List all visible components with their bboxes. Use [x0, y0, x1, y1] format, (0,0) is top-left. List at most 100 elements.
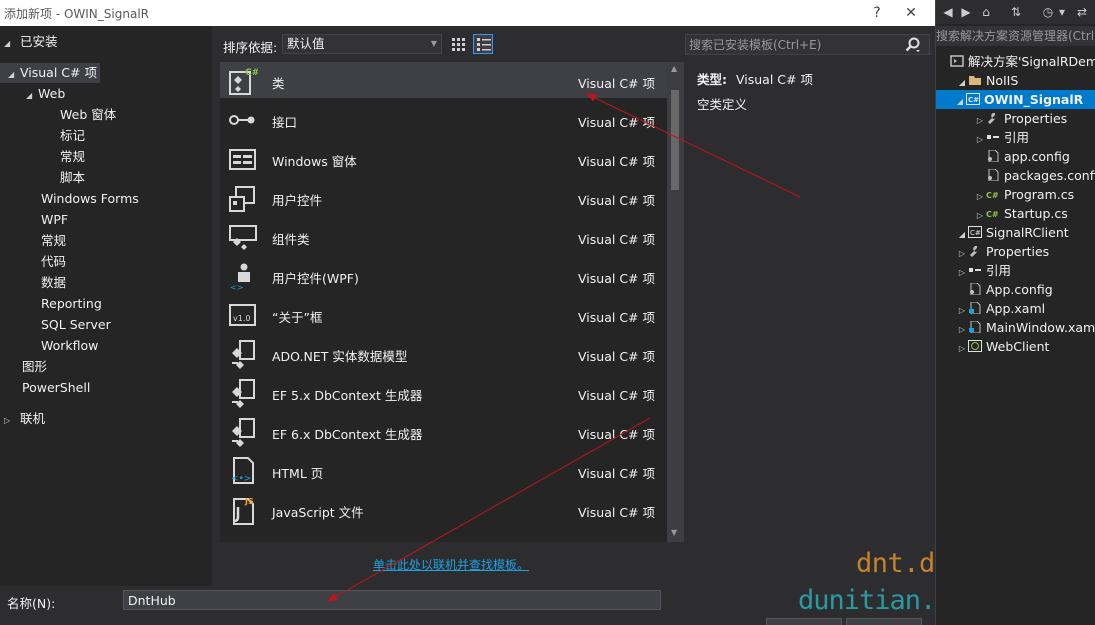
solution-tree-node[interactable]: ◢ NoIIS	[956, 71, 1018, 90]
template-row[interactable]: Windows 窗体 Visual C# 项	[220, 140, 667, 176]
template-row[interactable]: EF 5.x DbContext 生成器 Visual C# 项	[220, 374, 667, 410]
solution-tree-node[interactable]: App.config	[956, 280, 1053, 299]
template-type: Visual C# 项	[578, 115, 655, 130]
collapsed-triangle-icon[interactable]: ▷	[956, 339, 968, 358]
cancel-button[interactable]	[846, 618, 922, 625]
tree-item[interactable]: 图形	[8, 357, 47, 377]
solution-icon	[950, 54, 968, 69]
template-row[interactable]: JS JavaScript 文件 Visual C# 项	[220, 491, 667, 527]
tree-item[interactable]: 常规	[60, 147, 85, 167]
solution-node-label: Program.cs	[1004, 187, 1075, 202]
scroll-down-icon[interactable]: ▼	[671, 528, 677, 537]
solution-tree-node[interactable]: ◢ C# SignalRClient	[956, 223, 1069, 242]
small-icons-view-button[interactable]	[448, 34, 468, 54]
template-list-scrollbar[interactable]: ▲ ▼	[667, 62, 684, 542]
tree-item[interactable]: PowerShell	[8, 378, 90, 398]
refresh-icon[interactable]: ⇄	[1074, 4, 1090, 20]
solution-tree-node[interactable]: ▷ 引用	[974, 128, 1029, 147]
solution-tree-node[interactable]: ▷ WebClient	[956, 337, 1050, 358]
back-icon[interactable]: ◀	[940, 4, 956, 20]
list-view-button[interactable]	[473, 34, 493, 54]
online-node[interactable]: ▷ 联机	[0, 409, 212, 429]
solution-tree-node[interactable]: 解决方案'SignalRDemo'	[938, 52, 1095, 71]
tree-item[interactable]: Windows Forms	[26, 189, 139, 209]
type-label: 类型:	[697, 72, 727, 87]
template-name: 用户控件	[272, 193, 323, 208]
solution-tree-node[interactable]: packages.config	[974, 166, 1095, 185]
solution-tree-node[interactable]: ▷ 引用	[956, 261, 1011, 280]
installed-header[interactable]: ◢ 已安装	[0, 32, 212, 52]
template-search-box[interactable]	[685, 34, 930, 55]
tree-item[interactable]: 数据	[26, 273, 66, 293]
template-row[interactable]: ADO.NET 实体数据模型 Visual C# 项	[220, 335, 667, 371]
name-label: 名称(N):	[7, 596, 56, 611]
sort-by-select[interactable]: 默认值 ▼	[282, 34, 442, 54]
home-icon[interactable]: ⌂	[978, 4, 994, 20]
sync-icon[interactable]: ⇅	[1008, 4, 1024, 20]
template-row[interactable]: 组件类 Visual C# 项	[220, 218, 667, 254]
tree-item[interactable]: Workflow	[26, 336, 98, 356]
tree-item[interactable]: ◢ Visual C# 项	[0, 63, 100, 83]
tree-item[interactable]: SQL Server	[26, 315, 111, 335]
tree-item[interactable]: Web 窗体	[60, 105, 116, 125]
solution-tree-node[interactable]: app.config	[974, 147, 1070, 166]
tree-item-label: 标记	[60, 128, 86, 143]
tree-item[interactable]: 常规	[26, 231, 66, 251]
help-button[interactable]: ?	[865, 2, 889, 24]
solution-tree-node[interactable]: ▷ Properties	[974, 109, 1067, 128]
csharp-project-icon: C#	[968, 225, 986, 240]
entity-model-icon	[228, 339, 258, 369]
template-row[interactable]: 接口 Visual C# 项	[220, 101, 667, 137]
solution-node-label: App.xaml	[986, 301, 1046, 316]
tree-item-label: 常规	[60, 149, 86, 164]
tree-item[interactable]: 脚本	[60, 168, 85, 188]
tree-item-label: Web 窗体	[60, 107, 117, 122]
template-row[interactable]: 用户控件 Visual C# 项	[220, 179, 667, 215]
forward-icon[interactable]: ▶	[958, 4, 974, 20]
template-row[interactable]: <•> HTML 页 Visual C# 项	[220, 452, 667, 488]
config-file-icon	[986, 168, 1004, 183]
tree-item[interactable]: 代码	[26, 252, 66, 272]
search-icon[interactable]	[905, 37, 921, 53]
scroll-thumb[interactable]	[671, 90, 679, 190]
solution-node-label: MainWindow.xaml	[986, 320, 1095, 335]
solution-explorer-search[interactable]: 搜索解决方案资源管理器(Ctrl+	[936, 26, 1095, 46]
template-name: Windows 窗体	[272, 154, 357, 169]
template-row[interactable]: <> 用户控件(WPF) Visual C# 项	[220, 257, 667, 293]
solution-tree-node[interactable]: ▷ Properties	[956, 242, 1049, 261]
svg-text:JS: JS	[244, 497, 254, 506]
collapsed-triangle-icon: ▷	[4, 416, 11, 425]
grid-view-icon	[452, 38, 465, 51]
expanded-triangle-icon[interactable]: ◢	[954, 92, 966, 111]
user-control-icon	[228, 183, 258, 213]
svg-text:C#: C#	[970, 229, 981, 237]
scroll-up-icon[interactable]: ▲	[671, 64, 677, 73]
solution-tree-node[interactable]: ▷ C# Program.cs	[974, 185, 1074, 204]
template-description: 空类定义	[697, 97, 748, 112]
expanded-triangle-icon[interactable]: ◢	[8, 65, 20, 85]
close-button[interactable]: ✕	[899, 2, 923, 24]
name-input[interactable]	[123, 590, 661, 610]
template-list: C# 类 Visual C# 项接口 Visual C# 项 Windows 窗体 Vis…	[220, 62, 667, 542]
template-type: Visual C# 项	[578, 154, 655, 169]
tree-item[interactable]: Reporting	[26, 294, 102, 314]
add-button[interactable]	[766, 618, 842, 625]
expanded-triangle-icon[interactable]: ◢	[26, 86, 38, 106]
template-row[interactable]: EF 6.x DbContext 生成器 Visual C# 项	[220, 413, 667, 449]
solution-node-label: 引用	[1004, 130, 1030, 145]
solution-tree-node[interactable]: ◢ C# OWIN_SignalR	[936, 90, 1095, 109]
find-templates-online-link[interactable]: 单击此处以联机并查找模板。	[373, 556, 529, 573]
solution-tree-node[interactable]: ▷ App.xaml	[956, 299, 1045, 318]
solution-tree-node[interactable]: ▷ MainWindow.xaml	[956, 318, 1095, 337]
template-type: Visual C# 项	[578, 76, 655, 91]
svg-text:C#: C#	[245, 68, 258, 78]
template-row[interactable]: v1.0 “关于”框 Visual C# 项	[220, 296, 667, 332]
template-row[interactable]: C# 类 Visual C# 项	[220, 62, 667, 98]
solution-tree-node[interactable]: ▷ C# Startup.cs	[974, 204, 1068, 223]
template-search-input[interactable]	[689, 37, 899, 53]
tree-item[interactable]: 标记	[60, 126, 85, 146]
xaml-file-icon	[968, 320, 986, 335]
dropdown-arrow-icon[interactable]: ▾	[1054, 4, 1070, 20]
tree-item[interactable]: WPF	[26, 210, 68, 230]
tree-item[interactable]: ◢ Web	[26, 84, 65, 104]
